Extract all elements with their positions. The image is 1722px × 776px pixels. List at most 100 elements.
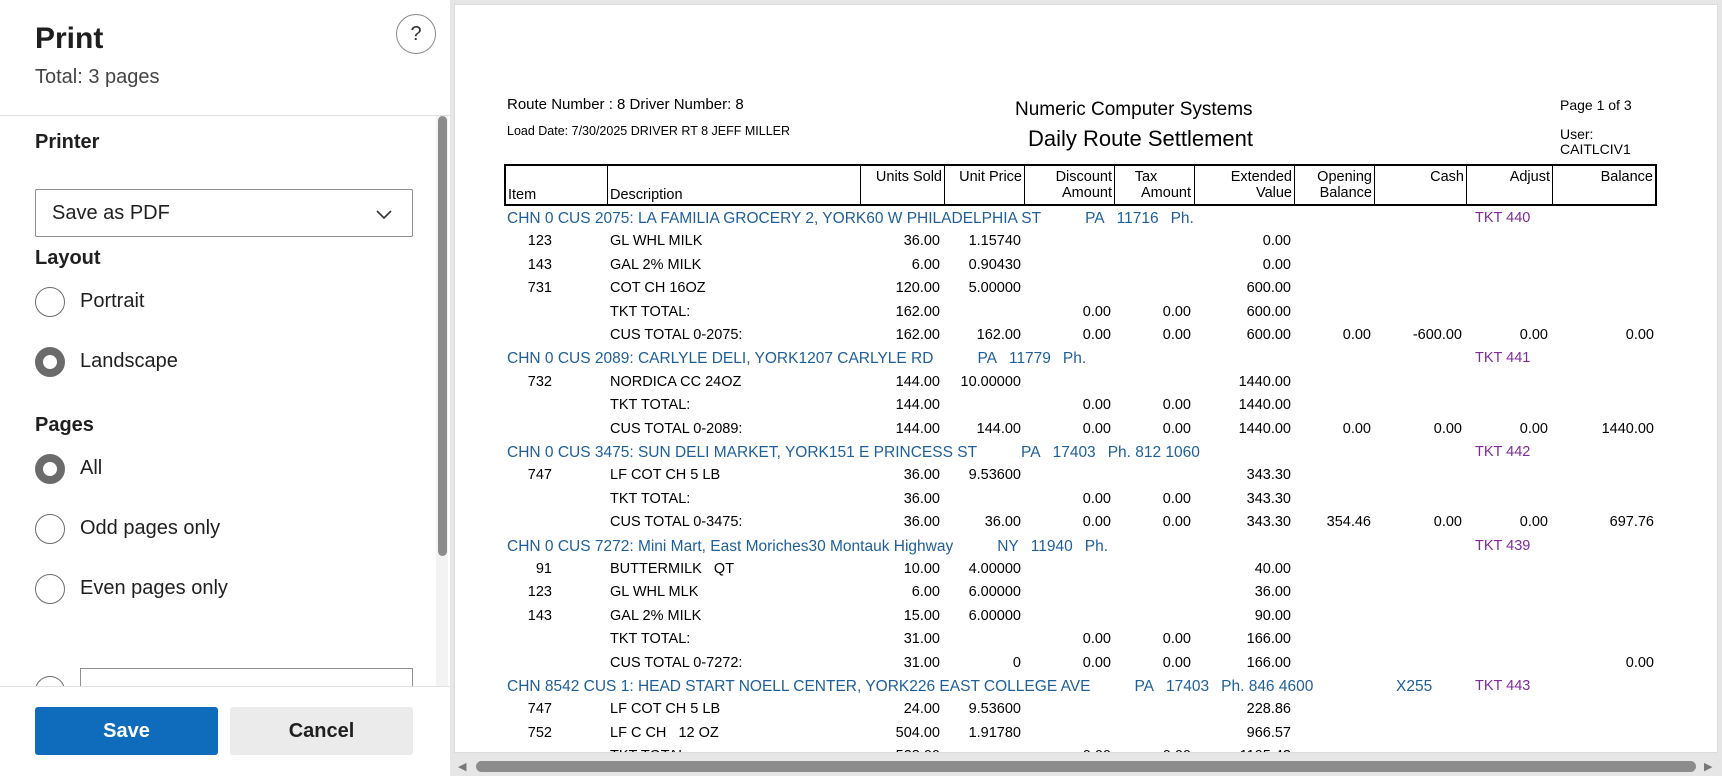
item-description: CUS TOTAL 0-7272: bbox=[610, 654, 743, 671]
cell-units: 528.00 bbox=[850, 748, 940, 752]
cell-price: 6.00000 bbox=[968, 607, 1021, 624]
odd-pages-label: Odd pages only bbox=[80, 517, 221, 539]
customer-phone: Ph. bbox=[1062, 350, 1087, 368]
col-item: Item bbox=[508, 187, 537, 203]
col-extended: Extended bbox=[1230, 169, 1292, 185]
cell-tax: 0.00 bbox=[1162, 631, 1191, 648]
layout-portrait-option[interactable]: Portrait bbox=[35, 287, 415, 319]
cell-ext: 0.00 bbox=[1262, 256, 1291, 273]
cell-ext: 166.00 bbox=[1246, 631, 1291, 648]
item-number: 747 bbox=[527, 467, 552, 484]
cell-ext: 343.30 bbox=[1246, 514, 1291, 531]
line-item-row: TKT TOTAL: 162.00 0.00 0.00 600.00 bbox=[507, 301, 1657, 323]
report-title: Daily Route Settlement bbox=[1028, 126, 1253, 151]
cell-bal: 697.76 bbox=[1609, 514, 1654, 531]
item-description: GL WHL MILK bbox=[610, 233, 703, 250]
cell-open: 354.46 bbox=[1326, 514, 1371, 531]
cell-units: 162.00 bbox=[895, 303, 940, 320]
landscape-label: Landscape bbox=[80, 350, 178, 372]
customer-header-row: CHN 8542 CUS 1: HEAD START NOELL CENTER,… bbox=[507, 675, 1657, 697]
col-discount-amount: Amount bbox=[1062, 185, 1112, 201]
item-number: 143 bbox=[527, 256, 552, 273]
cell-open: 0.00 bbox=[1342, 420, 1371, 437]
portrait-radio[interactable] bbox=[35, 287, 65, 317]
item-description: TKT TOTAL: bbox=[610, 631, 691, 648]
cell-price: 10.00000 bbox=[960, 373, 1021, 390]
horizontal-scrollbar-thumb[interactable] bbox=[476, 761, 1696, 772]
customer-state: PA bbox=[1085, 210, 1105, 227]
customer-zip: 17403 bbox=[1166, 678, 1210, 695]
scroll-right-arrow-icon[interactable]: ▶ bbox=[1704, 760, 1712, 773]
print-panel-footer: Save Cancel bbox=[0, 686, 450, 776]
scroll-left-arrow-icon[interactable]: ◀ bbox=[458, 760, 466, 773]
cell-price: 6.00000 bbox=[968, 584, 1021, 601]
page-number-text: Page 1 of 3 bbox=[1560, 97, 1632, 113]
line-item-row: 143 GAL 2% MILK 15.00 6.00000 90.00 bbox=[507, 605, 1657, 627]
cell-disc: 0.00 bbox=[1082, 420, 1111, 437]
cell-cash: 0.00 bbox=[1433, 514, 1462, 531]
pages-even-option[interactable]: Even pages only bbox=[35, 574, 415, 606]
pages-odd-option[interactable]: Odd pages only bbox=[35, 514, 415, 546]
user-label: User: bbox=[1560, 126, 1594, 142]
cell-tax: 0.00 bbox=[1162, 514, 1191, 531]
customer-location: NY 11940 Ph. bbox=[997, 538, 1108, 556]
cell-units: 31.00 bbox=[903, 654, 940, 671]
custom-pages-input[interactable] bbox=[80, 668, 413, 687]
panel-scrollbar-thumb[interactable] bbox=[438, 116, 447, 556]
printer-select[interactable]: Save as PDF bbox=[35, 189, 413, 237]
even-pages-label: Even pages only bbox=[80, 577, 228, 599]
cell-adj: 0.00 bbox=[1519, 420, 1548, 437]
cancel-button[interactable]: Cancel bbox=[230, 707, 413, 755]
cell-price: 0.90430 bbox=[968, 256, 1021, 273]
col-opening-balance: Balance bbox=[1319, 185, 1372, 201]
printer-label: Printer bbox=[35, 131, 100, 153]
cell-ext: 600.00 bbox=[1246, 327, 1291, 343]
customer-zip: 11779 bbox=[1008, 350, 1051, 368]
cell-units: 36.00 bbox=[903, 467, 940, 484]
cell-units: 36.00 bbox=[903, 233, 940, 250]
cell-ext: 600.00 bbox=[1246, 303, 1291, 320]
cell-adj: 0.00 bbox=[1519, 514, 1548, 531]
cell-ext: 1195.43 bbox=[1201, 748, 1291, 752]
pages-all-option[interactable]: All bbox=[35, 454, 415, 486]
odd-pages-radio[interactable] bbox=[35, 514, 65, 544]
cell-open: 0.00 bbox=[1342, 327, 1371, 343]
customer-state: PA bbox=[1134, 678, 1155, 695]
line-item-row: 747 LF COT CH 5 LB 36.00 9.53600 343.30 bbox=[507, 464, 1657, 486]
customer-location: PA 17403 Ph. 812 1060 bbox=[1021, 444, 1200, 462]
print-panel-header: Print Total: 3 pages ? bbox=[0, 0, 450, 116]
cell-units: 144.00 bbox=[895, 420, 940, 437]
cell-ext: 1440.00 bbox=[1238, 373, 1291, 390]
cell-ext: 90.00 bbox=[1254, 607, 1291, 624]
line-item-row: TKT TOTAL: 36.00 0.00 0.00 343.30 bbox=[507, 488, 1657, 510]
cell-ext: 40.00 bbox=[1254, 561, 1291, 577]
col-tax-amount: Amount bbox=[1141, 185, 1191, 201]
col-adjust: Adjust bbox=[1509, 169, 1550, 185]
cell-cash: 0.00 bbox=[1433, 420, 1462, 437]
item-description: CUS TOTAL 0-3475: bbox=[610, 514, 743, 531]
cell-price: 9.53600 bbox=[968, 467, 1021, 484]
cell-disc: 0.00 bbox=[1082, 631, 1111, 648]
customer-name: CHN 0 CUS 2075: LA FAMILIA GROCERY 2, YO… bbox=[507, 210, 1042, 227]
line-item-row: CUS TOTAL 0-7272: 31.00 0 0.00 0.00 166.00 0.0… bbox=[507, 652, 1657, 674]
all-pages-label: All bbox=[80, 457, 103, 479]
customer-name: CHN 0 CUS 7272: Mini Mart, East Moriches… bbox=[507, 537, 954, 555]
cell-ext: 343.30 bbox=[1246, 467, 1291, 484]
user-value: CAITLCIV1 bbox=[1560, 141, 1631, 157]
even-pages-radio[interactable] bbox=[35, 574, 65, 604]
save-button[interactable]: Save bbox=[35, 707, 218, 755]
cell-disc: 0.00 bbox=[1082, 654, 1111, 671]
total-pages-text: Total: 3 pages bbox=[35, 66, 160, 88]
layout-landscape-option[interactable]: Landscape bbox=[35, 347, 415, 379]
item-description: TKT TOTAL: bbox=[610, 397, 691, 414]
line-item-row: TKT TOTAL: 144.00 0.00 0.00 1440.00 bbox=[507, 394, 1657, 416]
customer-zip: 11716 bbox=[1116, 210, 1159, 227]
line-item-row: CUS TOTAL 0-3475: 36.00 36.00 0.00 0.00 343.3… bbox=[507, 511, 1657, 533]
landscape-radio[interactable] bbox=[35, 347, 65, 377]
layout-label: Layout bbox=[35, 247, 101, 269]
customer-phone: Ph. 812 1060 bbox=[1107, 444, 1200, 461]
help-button[interactable]: ? bbox=[396, 14, 436, 54]
customer-name: CHN 0 CUS 2089: CARLYLE DELI, YORK1207 C… bbox=[507, 350, 934, 368]
all-pages-radio[interactable] bbox=[35, 454, 65, 484]
col-discount: Discount bbox=[1055, 169, 1112, 185]
